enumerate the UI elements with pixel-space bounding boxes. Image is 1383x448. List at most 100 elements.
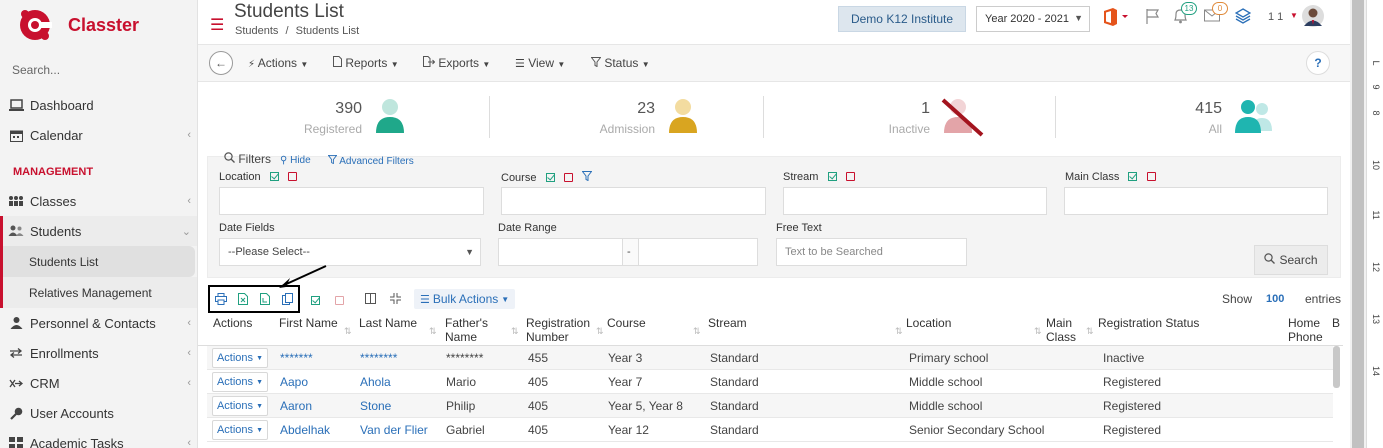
table-row[interactable]: Actions ▼ ******* ******** ******** 455 …	[207, 346, 1333, 370]
sidebar-item-user-accounts[interactable]: User Accounts	[0, 398, 197, 428]
copy-icon[interactable]	[282, 293, 293, 308]
column-header-registration-status[interactable]: Registration Status	[1098, 316, 1199, 330]
cell-last-name[interactable]: Ahola	[360, 375, 391, 389]
table-row[interactable]: Actions ▼ Aaron Stone Philip 405 Year 5,…	[207, 394, 1333, 418]
date-range-end-input[interactable]	[638, 238, 758, 266]
sort-icon[interactable]: ⇅	[1086, 326, 1094, 337]
column-header-first-name[interactable]: First Name	[279, 316, 339, 330]
advanced-filters-link[interactable]: Advanced Filters	[327, 155, 414, 167]
back-button[interactable]: ←	[209, 51, 233, 75]
main-class-filter-input[interactable]	[1064, 187, 1328, 215]
excel-export-icon[interactable]	[260, 293, 270, 308]
stat-admission[interactable]: 23 Admission	[503, 82, 783, 154]
print-icon[interactable]	[215, 293, 227, 308]
search-button[interactable]: Search	[1254, 245, 1328, 275]
bell-icon[interactable]: 13	[1173, 2, 1197, 27]
column-header-registration-number[interactable]: Registration Number	[526, 316, 596, 344]
sidebar-item-students[interactable]: Students ⌄	[0, 216, 197, 246]
layers-icon[interactable]	[1234, 8, 1252, 27]
clear-selection-icon[interactable]	[845, 172, 855, 181]
select-all-icon[interactable]	[827, 172, 837, 181]
column-header-stream[interactable]: Stream	[708, 316, 747, 330]
institute-button[interactable]: Demo K12 Institute	[838, 6, 966, 32]
compress-icon[interactable]	[390, 293, 401, 307]
column-header-last-name[interactable]: Last Name	[359, 316, 419, 330]
sidebar-item-classes[interactable]: Classes ‹	[0, 186, 197, 216]
menu-icon[interactable]: ☰	[210, 15, 224, 35]
window-scrollbar-thumb[interactable]	[1352, 0, 1364, 448]
row-actions-button[interactable]: Actions ▼	[212, 372, 268, 392]
status-menu[interactable]: Status ▼	[590, 56, 650, 70]
csv-export-icon[interactable]	[238, 293, 248, 308]
cell-first-name[interactable]: *******	[280, 351, 313, 365]
sort-icon[interactable]: ⇅	[1034, 326, 1042, 337]
sort-icon[interactable]: ⇅	[511, 326, 519, 337]
breadcrumb-item[interactable]: Students	[235, 25, 278, 37]
cell-last-name[interactable]: Stone	[360, 399, 391, 413]
sidebar-item-calendar[interactable]: Calendar ‹	[0, 120, 197, 150]
row-actions-button[interactable]: Actions ▼	[212, 396, 268, 416]
column-header-fathers-name[interactable]: Father's Name	[445, 316, 501, 344]
filter-icon[interactable]	[581, 171, 593, 184]
select-all-icon[interactable]	[545, 173, 555, 182]
column-header-b[interactable]: B	[1332, 316, 1340, 330]
user-avatar[interactable]	[1302, 5, 1324, 30]
sort-icon[interactable]: ⇅	[429, 326, 437, 337]
deselect-rows-icon[interactable]	[335, 293, 344, 307]
table-row[interactable]: Actions ▼ Abdelhak Van der Flier Gabriel…	[207, 418, 1333, 442]
stat-registered[interactable]: 390 Registered	[210, 82, 490, 154]
stat-all[interactable]: 415 All	[1070, 82, 1350, 154]
table-scrollbar[interactable]	[1333, 346, 1340, 388]
select-all-icon[interactable]	[269, 172, 279, 181]
page-size-select[interactable]: 100	[1266, 293, 1284, 305]
sidebar-item-academic-tasks[interactable]: Academic Tasks ‹	[0, 428, 197, 448]
exports-menu[interactable]: Exports ▼	[423, 56, 490, 70]
row-actions-button[interactable]: Actions ▼	[212, 420, 268, 440]
sort-icon[interactable]: ⇅	[693, 326, 701, 337]
actions-menu[interactable]: ⚡ Actions ▼	[248, 56, 308, 70]
clear-selection-icon[interactable]	[563, 173, 573, 182]
sidebar-subitem-students-list[interactable]: Students List	[0, 246, 195, 277]
user-label[interactable]: 1 1	[1268, 11, 1283, 23]
stat-inactive[interactable]: 1 Inactive	[778, 82, 1058, 154]
office-icon[interactable]	[1102, 8, 1130, 29]
sidebar-item-personnel[interactable]: Personnel & Contacts ‹	[0, 308, 197, 338]
course-filter-input[interactable]	[501, 187, 766, 215]
row-actions-button[interactable]: Actions ▼	[212, 348, 268, 368]
stream-filter-input[interactable]	[783, 187, 1047, 215]
free-text-input[interactable]: Text to be Searched	[776, 238, 967, 266]
location-filter-input[interactable]	[219, 187, 484, 215]
columns-icon[interactable]	[365, 293, 376, 307]
date-range-start-input[interactable]	[498, 238, 623, 266]
date-fields-select[interactable]: --Please Select-- ▼	[219, 238, 481, 266]
sidebar-search-input[interactable]: Search...	[0, 50, 197, 90]
cell-first-name[interactable]: Abdelhak	[280, 423, 330, 437]
column-header-main-class[interactable]: Main Class	[1046, 316, 1086, 344]
cell-last-name[interactable]: ********	[360, 351, 397, 365]
cell-first-name[interactable]: Aaron	[280, 399, 312, 413]
hide-filters-link[interactable]: ⚲ Hide	[280, 155, 311, 166]
sidebar-item-dashboard[interactable]: Dashboard	[0, 90, 197, 120]
mail-icon[interactable]: 0	[1204, 2, 1228, 25]
column-header-course[interactable]: Course	[607, 316, 646, 330]
column-header-home-phone[interactable]: Home Phone	[1288, 316, 1328, 344]
bulk-actions-button[interactable]: ☰ Bulk Actions ▼	[414, 289, 516, 309]
logo[interactable]: Classter	[0, 0, 197, 50]
reports-menu[interactable]: Reports ▼	[333, 56, 399, 70]
flag-icon[interactable]	[1146, 8, 1160, 27]
clear-selection-icon[interactable]	[287, 172, 297, 181]
column-header-location[interactable]: Location	[906, 316, 951, 330]
help-button[interactable]: ?	[1306, 51, 1330, 75]
cell-first-name[interactable]: Aapo	[280, 375, 308, 389]
clear-selection-icon[interactable]	[1146, 172, 1156, 181]
sidebar-subitem-relatives-management[interactable]: Relatives Management	[0, 277, 197, 308]
sort-icon[interactable]: ⇅	[596, 326, 604, 337]
select-all-icon[interactable]	[1128, 172, 1138, 181]
table-row[interactable]: Actions ▼ Aapo Ahola Mario 405 Year 7 St…	[207, 370, 1333, 394]
sidebar-item-enrollments[interactable]: Enrollments ‹	[0, 338, 197, 368]
sort-icon[interactable]: ⇅	[895, 326, 903, 337]
cell-last-name[interactable]: Van der Flier	[360, 423, 428, 437]
view-menu[interactable]: ☰ View ▼	[515, 56, 565, 70]
sidebar-item-crm[interactable]: CRM ‹	[0, 368, 197, 398]
year-select[interactable]: Year 2020 - 2021 ▼	[976, 6, 1090, 32]
